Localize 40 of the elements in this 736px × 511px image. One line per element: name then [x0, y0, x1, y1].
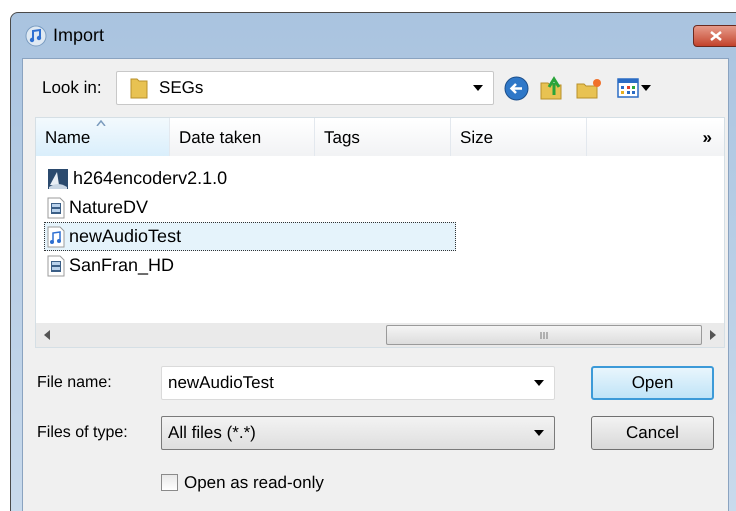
look-in-label: Look in: [42, 77, 103, 100]
music-file-icon [47, 226, 65, 248]
scroll-left-icon[interactable] [44, 330, 50, 340]
file-item[interactable]: newAudioTest [44, 222, 456, 251]
close-icon [710, 30, 722, 40]
read-only-checkbox[interactable]: Open as read-only [161, 470, 555, 496]
sort-up-icon [96, 120, 106, 126]
dropdown-arrow-icon [473, 85, 483, 91]
scrollbar-thumb[interactable] [386, 325, 702, 345]
dropdown-arrow-icon [534, 380, 544, 386]
grip-icon [540, 332, 548, 338]
folder-icon [129, 76, 149, 100]
column-header[interactable]: Name [36, 118, 170, 156]
look-in-dropdown[interactable]: SEGs [116, 71, 494, 105]
file-type-dropdown[interactable]: All files (*.*) [161, 416, 555, 450]
look-in-value: SEGs [159, 77, 204, 100]
close-button[interactable] [693, 24, 736, 46]
music-note-icon [25, 24, 47, 46]
video-file-icon [47, 254, 65, 276]
column-header[interactable]: Tags [315, 118, 451, 156]
scroll-right-icon[interactable] [710, 330, 716, 340]
new-folder-icon[interactable] [575, 76, 603, 100]
video-file-icon [47, 196, 65, 218]
column-header[interactable]: Size [451, 118, 587, 156]
window-title: Import [53, 24, 104, 47]
cancel-button[interactable]: Cancel [591, 416, 714, 450]
dropdown-arrow-icon [641, 85, 651, 91]
horizontal-scrollbar[interactable] [36, 323, 724, 347]
dropdown-arrow-icon [534, 430, 544, 436]
view-menu-button[interactable] [617, 78, 651, 98]
file-name-label: File name: [36, 373, 113, 393]
installer-icon [47, 168, 69, 190]
grid-view-icon [617, 78, 639, 98]
column-header[interactable]: Date taken [170, 118, 315, 156]
file-name-field[interactable]: newAudioTest [161, 366, 555, 400]
file-item[interactable]: NatureDV [44, 193, 456, 222]
file-item[interactable]: h264encoderv2.1.0 [44, 164, 456, 193]
file-item[interactable]: SanFran_HD [44, 251, 456, 280]
file-type-label: Files of type: [36, 423, 129, 443]
open-button[interactable]: Open [591, 366, 714, 400]
